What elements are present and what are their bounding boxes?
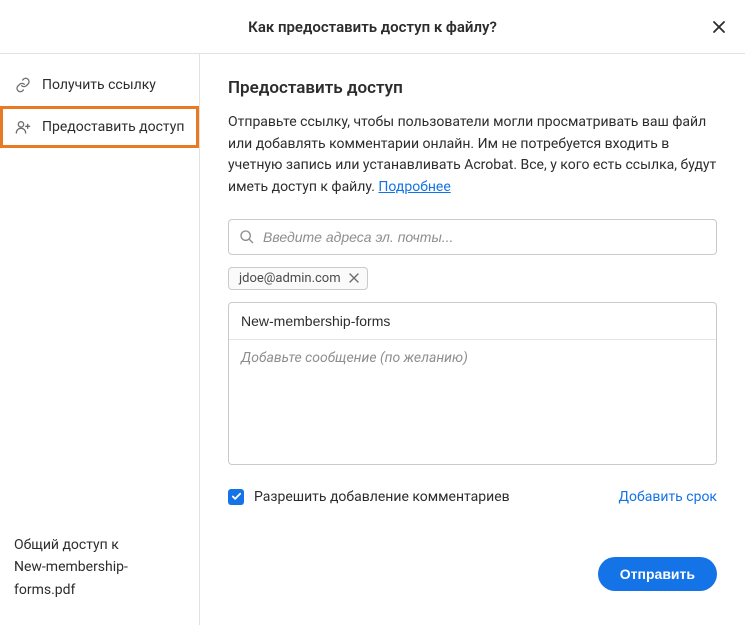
subject-input[interactable] xyxy=(229,303,716,340)
learn-more-link[interactable]: Подробнее xyxy=(378,179,450,195)
options-row: Разрешить добавление комментариев Добави… xyxy=(228,489,717,505)
message-input[interactable] xyxy=(229,340,716,460)
recipient-email: jdoe@admin.com xyxy=(239,271,341,286)
shared-filename: New-membership-forms.pdf xyxy=(14,556,185,601)
sidebar-item-label: Предоставить доступ xyxy=(42,119,184,135)
send-button[interactable]: Отправить xyxy=(598,557,717,591)
search-icon xyxy=(239,229,255,245)
allow-comments-label: Разрешить добавление комментариев xyxy=(254,489,510,505)
remove-recipient-button[interactable] xyxy=(347,271,361,285)
add-user-icon xyxy=(14,118,32,136)
close-icon xyxy=(711,19,727,35)
email-input[interactable] xyxy=(255,229,706,245)
checkbox-checked-icon xyxy=(228,489,244,505)
sidebar: Получить ссылку Предоставить доступ Общи… xyxy=(0,54,200,625)
allow-comments-checkbox[interactable]: Разрешить добавление комментариев xyxy=(228,489,510,505)
close-icon xyxy=(349,273,359,283)
sidebar-item-get-link[interactable]: Получить ссылку xyxy=(0,64,199,106)
dialog-header: Как предоставить доступ к файлу? xyxy=(0,0,745,54)
compose-box xyxy=(228,302,717,465)
main-panel: Предоставить доступ Отправьте ссылку, чт… xyxy=(200,54,745,625)
description-text: Отправьте ссылку, чтобы пользователи мог… xyxy=(228,114,716,195)
main-description: Отправьте ссылку, чтобы пользователи мог… xyxy=(228,112,717,199)
shared-prefix: Общий доступ к xyxy=(14,534,185,556)
dialog-title: Как предоставить доступ к файлу? xyxy=(248,18,497,36)
footer-row: Отправить xyxy=(228,557,717,591)
close-button[interactable] xyxy=(709,17,729,37)
email-input-container[interactable] xyxy=(228,219,717,255)
sidebar-footer: Общий доступ к New-membership-forms.pdf xyxy=(14,534,185,601)
main-title: Предоставить доступ xyxy=(228,78,717,98)
sidebar-item-label: Получить ссылку xyxy=(42,77,156,93)
link-icon xyxy=(14,76,32,94)
recipient-chip: jdoe@admin.com xyxy=(228,267,368,290)
sidebar-item-share[interactable]: Предоставить доступ xyxy=(0,106,199,148)
add-deadline-link[interactable]: Добавить срок xyxy=(618,489,717,505)
